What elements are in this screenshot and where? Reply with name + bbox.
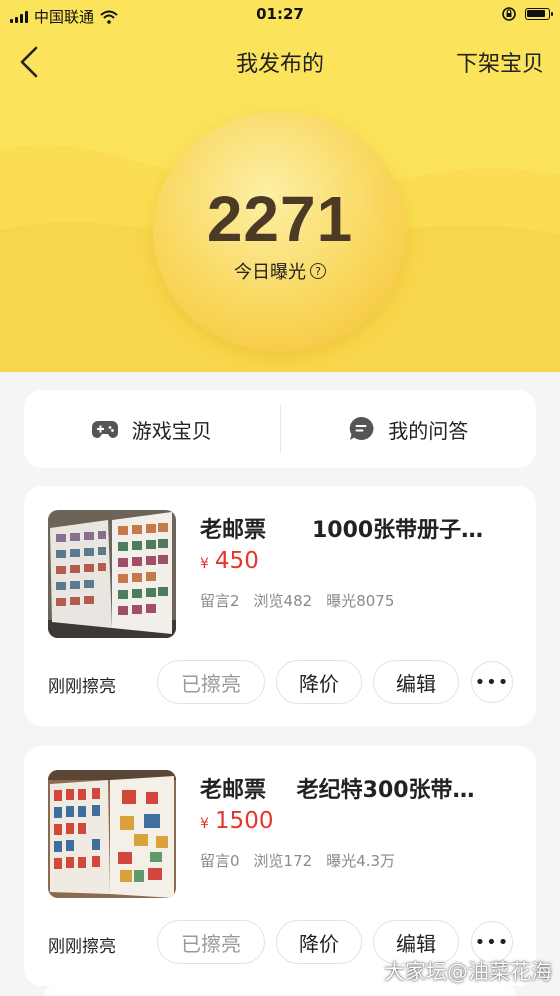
listing-thumbnail[interactable] <box>48 770 176 898</box>
exposure-label-row: 今日曝光 ? <box>153 258 407 284</box>
stamp-album-image <box>48 770 176 898</box>
tab-my-qa[interactable]: 我的问答 <box>281 390 537 468</box>
stamp-album-image <box>48 510 176 638</box>
price-value: 1500 <box>214 808 274 834</box>
reduce-price-button[interactable]: 降价 <box>276 660 362 704</box>
listing-card[interactable]: 老邮票 1000张带册子… ¥ 450 留言2 浏览482 曝光8075 刚刚擦… <box>24 486 536 726</box>
comment-count: 留言0 <box>200 852 240 870</box>
comment-count: 留言2 <box>200 592 240 610</box>
rotation-lock-icon <box>502 7 516 21</box>
tab-game-items[interactable]: 游戏宝贝 <box>24 390 280 468</box>
tab-label: 我的问答 <box>388 418 469 443</box>
exposure-circle: 2271 今日曝光 ? <box>153 112 407 352</box>
watermark: 大家坛@油菜花海 <box>384 960 552 984</box>
view-count: 浏览482 <box>253 592 313 610</box>
polished-button[interactable]: 已擦亮 <box>157 660 265 704</box>
exposure-stat: 曝光8075 <box>326 592 395 610</box>
header-hero: 中国联通 01:27 我发布的 下架宝贝 2271 今日曝光 ? <box>0 0 560 372</box>
polished-button[interactable]: 已擦亮 <box>157 920 265 964</box>
listing-stats: 留言0 浏览172 曝光4.3万 <box>200 850 395 871</box>
listing-price: ¥ 450 <box>200 548 259 574</box>
next-listing-card-edge <box>44 986 516 996</box>
view-count: 浏览172 <box>253 852 313 870</box>
chat-bubble-icon <box>349 416 374 440</box>
price-value: 450 <box>214 548 259 574</box>
listing-title[interactable]: 老邮票 老纪特300张带… <box>200 772 500 804</box>
battery-icon <box>525 8 553 20</box>
gamepad-icon <box>91 421 118 438</box>
help-icon[interactable]: ? <box>310 263 326 279</box>
status-bar: 中国联通 01:27 <box>0 0 560 30</box>
exposure-count: 2271 <box>206 183 354 255</box>
listing-stats: 留言2 浏览482 曝光8075 <box>200 590 394 611</box>
currency-symbol: ¥ <box>200 556 209 572</box>
edit-button[interactable]: 编辑 <box>373 660 459 704</box>
refresh-status: 刚刚擦亮 <box>48 677 116 697</box>
listing-title[interactable]: 老邮票 1000张带册子… <box>200 512 500 544</box>
exposure-label: 今日曝光 <box>234 262 306 283</box>
listing-card[interactable]: 老邮票 老纪特300张带… ¥ 1500 留言0 浏览172 曝光4.3万 刚刚… <box>24 746 536 986</box>
listing-thumbnail[interactable] <box>48 510 176 638</box>
listing-price: ¥ 1500 <box>200 808 273 834</box>
delist-items-button[interactable]: 下架宝贝 <box>456 46 544 78</box>
refresh-status: 刚刚擦亮 <box>48 937 116 957</box>
exposure-stat: 曝光4.3万 <box>326 852 396 870</box>
currency-symbol: ¥ <box>200 816 209 832</box>
status-time: 01:27 <box>256 5 304 23</box>
tab-label: 游戏宝贝 <box>131 418 212 443</box>
reduce-price-button[interactable]: 降价 <box>276 920 362 964</box>
navigation-bar: 我发布的 下架宝贝 <box>0 38 560 84</box>
category-tabs: 游戏宝贝 我的问答 <box>24 390 536 468</box>
more-options-button[interactable]: ••• <box>471 661 513 703</box>
